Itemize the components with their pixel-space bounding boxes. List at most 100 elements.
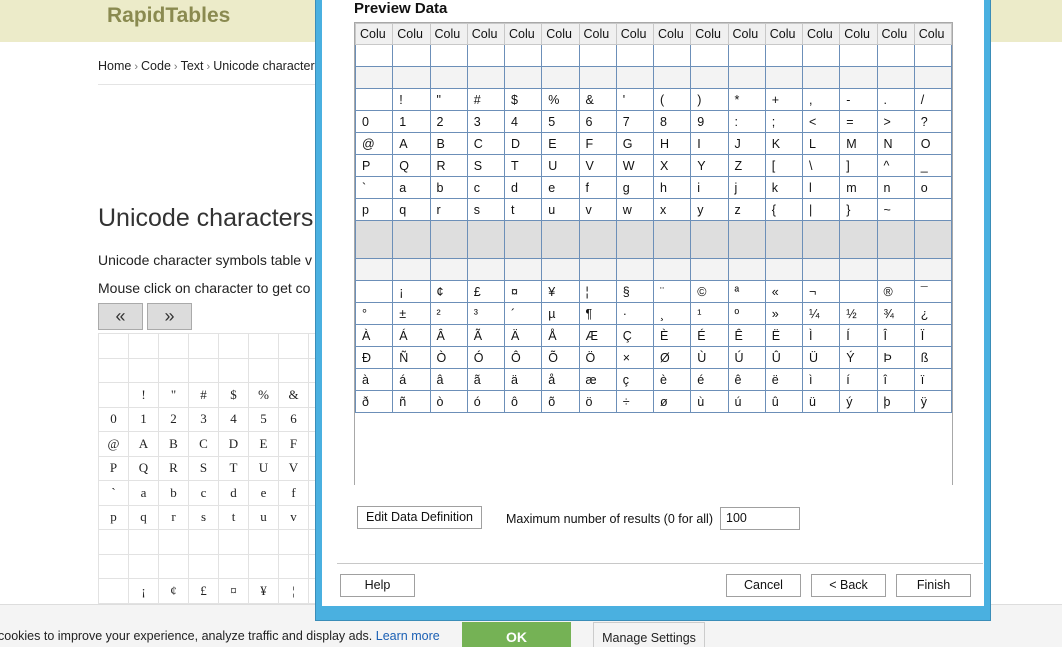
table-cell[interactable] (690, 66, 729, 89)
table-cell[interactable]: j (727, 176, 766, 199)
table-cell[interactable]: ] (839, 154, 878, 177)
table-cell[interactable] (541, 66, 580, 89)
column-header[interactable]: Colu (615, 23, 655, 45)
table-cell[interactable]: v (578, 198, 617, 221)
table-cell[interactable]: ° (354, 302, 394, 325)
breadcrumb-code[interactable]: Code (141, 59, 171, 73)
table-cell[interactable]: 5 (541, 110, 580, 133)
grid-cell[interactable]: 4 (218, 406, 249, 432)
table-cell[interactable] (466, 220, 506, 259)
column-header[interactable]: Colu (876, 23, 915, 45)
grid-cell[interactable] (128, 553, 159, 579)
edit-data-definition-button[interactable]: Edit Data Definition (357, 506, 482, 529)
table-cell[interactable]: Î (876, 324, 915, 347)
table-cell[interactable] (690, 258, 729, 281)
table-cell[interactable]: X (652, 154, 692, 177)
table-cell[interactable]: Ô (503, 346, 543, 369)
table-cell[interactable] (615, 258, 655, 281)
table-cell[interactable]: ä (503, 368, 543, 391)
grid-cell[interactable]: ! (128, 382, 159, 408)
table-cell[interactable]: × (615, 346, 655, 369)
table-cell[interactable] (727, 44, 766, 67)
grid-cell[interactable] (248, 553, 279, 579)
table-cell[interactable]: , (801, 88, 841, 111)
column-header[interactable]: Colu (354, 23, 394, 45)
table-cell[interactable]: T (503, 154, 543, 177)
table-cell[interactable]: á (392, 368, 431, 391)
table-cell[interactable] (913, 44, 953, 67)
grid-cell[interactable]: u (248, 504, 279, 530)
column-header[interactable]: Colu (541, 23, 580, 45)
grid-cell[interactable]: 2 (158, 406, 189, 432)
grid-cell[interactable]: T (218, 455, 249, 481)
table-cell[interactable]: ÿ (913, 390, 953, 413)
grid-cell[interactable]: # (188, 382, 219, 408)
grid-cell[interactable] (218, 357, 249, 383)
table-cell[interactable]: ÷ (615, 390, 655, 413)
table-cell[interactable] (690, 220, 729, 259)
grid-cell[interactable] (158, 553, 189, 579)
table-cell[interactable]: C (466, 132, 506, 155)
grid-cell[interactable]: D (218, 431, 249, 457)
column-header[interactable]: Colu (392, 23, 431, 45)
table-cell[interactable]: | (801, 198, 841, 221)
table-cell[interactable] (392, 258, 431, 281)
table-cell[interactable]: t (503, 198, 543, 221)
grid-cell[interactable] (158, 357, 189, 383)
table-cell[interactable]: ¿ (913, 302, 953, 325)
table-cell[interactable]: Ð (354, 346, 394, 369)
grid-cell[interactable] (98, 333, 129, 359)
table-cell[interactable]: I (690, 132, 729, 155)
table-cell[interactable]: © (690, 280, 729, 303)
preview-data-grid[interactable]: Colu Colu Colu Colu Colu Colu Colu Colu Colu Colu… (354, 23, 953, 413)
table-cell[interactable] (876, 220, 915, 259)
table-cell[interactable]: ¨ (652, 280, 692, 303)
table-cell[interactable]: p (354, 198, 394, 221)
column-header[interactable]: Colu (727, 23, 766, 45)
table-cell[interactable]: n (876, 176, 915, 199)
table-cell[interactable]: ² (429, 302, 468, 325)
table-cell[interactable]: ê (727, 368, 766, 391)
table-cell[interactable]: ' (615, 88, 655, 111)
table-cell[interactable]: B (429, 132, 468, 155)
table-cell[interactable]: ª (727, 280, 766, 303)
table-cell[interactable] (839, 66, 878, 89)
table-cell[interactable]: » (764, 302, 804, 325)
grid-cell[interactable]: a (128, 480, 159, 506)
table-cell[interactable] (876, 44, 915, 67)
table-cell[interactable] (541, 220, 580, 259)
table-cell[interactable] (652, 66, 692, 89)
grid-cell[interactable]: E (248, 431, 279, 457)
table-cell[interactable]: ï (913, 368, 953, 391)
finish-button[interactable]: Finish (896, 574, 971, 597)
grid-cell[interactable]: 1 (128, 406, 159, 432)
table-cell[interactable] (839, 280, 878, 303)
grid-cell[interactable] (128, 333, 159, 359)
table-cell[interactable]: i (690, 176, 729, 199)
table-cell[interactable]: â (429, 368, 468, 391)
table-cell[interactable]: Æ (578, 324, 617, 347)
table-cell[interactable]: ³ (466, 302, 506, 325)
table-cell[interactable]: û (764, 390, 804, 413)
table-cell[interactable] (466, 44, 506, 67)
table-cell[interactable] (727, 258, 766, 281)
table-cell[interactable]: Ä (503, 324, 543, 347)
table-cell[interactable] (578, 44, 617, 67)
table-cell[interactable] (354, 88, 394, 111)
table-cell[interactable] (354, 258, 394, 281)
table-cell[interactable]: q (392, 198, 431, 221)
grid-cell[interactable]: & (278, 382, 309, 408)
table-cell[interactable]: J (727, 132, 766, 155)
table-cell[interactable]: Y (690, 154, 729, 177)
table-cell[interactable]: D (503, 132, 543, 155)
table-cell[interactable]: è (652, 368, 692, 391)
table-cell[interactable]: 9 (690, 110, 729, 133)
table-cell[interactable]: Â (429, 324, 468, 347)
table-cell[interactable]: g (615, 176, 655, 199)
table-cell[interactable] (727, 66, 766, 89)
grid-cell[interactable]: f (278, 480, 309, 506)
table-cell[interactable]: Õ (541, 346, 580, 369)
table-cell[interactable]: ) (690, 88, 729, 111)
grid-cell[interactable] (248, 357, 279, 383)
table-cell[interactable]: à (354, 368, 394, 391)
